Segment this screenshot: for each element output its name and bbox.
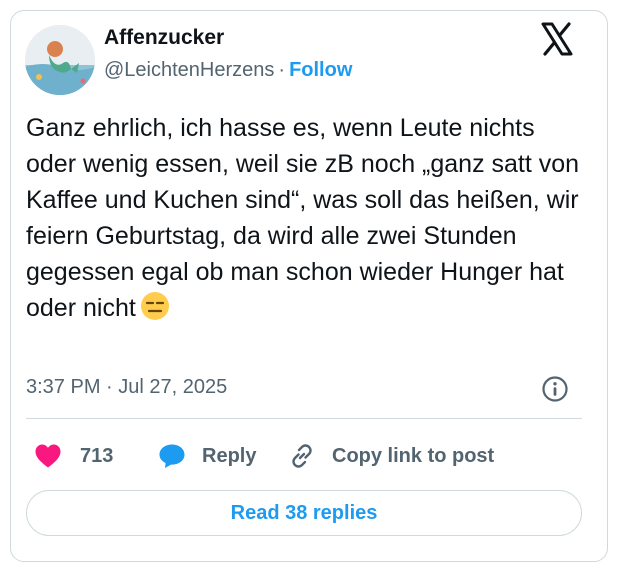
heart-icon <box>35 444 61 468</box>
like-button[interactable]: 713 <box>34 436 113 476</box>
avatar[interactable] <box>25 25 95 95</box>
author-display-name[interactable]: Affenzucker <box>104 26 224 50</box>
divider <box>26 418 582 419</box>
reply-bubble-icon <box>159 444 185 468</box>
link-icon <box>292 444 312 468</box>
read-replies-label: Read 38 replies <box>230 501 378 524</box>
copy-link-label: Copy link to post <box>332 444 495 467</box>
info-icon[interactable] <box>541 375 569 403</box>
author-handle[interactable]: @LeichtenHerzens <box>104 59 274 81</box>
copy-link-button[interactable]: Copy link to post <box>288 436 494 476</box>
like-count: 713 <box>80 444 114 467</box>
separator-dot: · <box>278 59 286 81</box>
x-logo-icon[interactable] <box>538 20 576 58</box>
tweet-text: Ganz ehrlich, ich hasse es, wenn Leute n… <box>26 110 581 326</box>
tweet-timestamp[interactable]: 3:37 PM · Jul 27, 2025 <box>26 376 227 399</box>
avatar-image <box>25 25 95 95</box>
action-bar: 713 Reply Copy link to post <box>26 436 582 476</box>
reply-label: Reply <box>202 444 257 467</box>
author-handle-row: @LeichtenHerzens · Follow <box>104 59 352 82</box>
read-replies-button[interactable]: Read 38 replies <box>26 490 582 536</box>
tweet-body: Ganz ehrlich, ich hasse es, wenn Leute n… <box>26 114 580 322</box>
reply-button[interactable]: Reply <box>158 436 256 476</box>
follow-button[interactable]: Follow <box>289 59 352 81</box>
expressionless-face-emoji-icon <box>140 291 170 321</box>
